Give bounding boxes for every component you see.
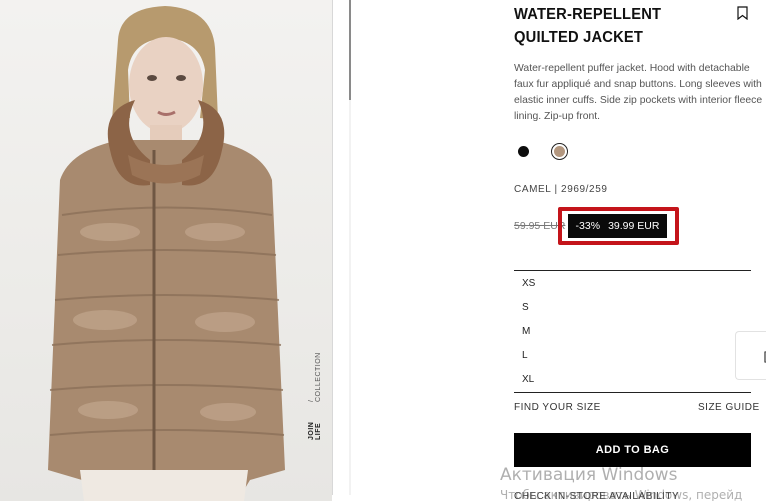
join-life-tag: JOIN LIFE / COLLECTION [305,350,325,440]
product-image[interactable]: JOIN LIFE / COLLECTION [0,0,332,501]
size-option-xs[interactable]: XS [522,272,722,296]
size-option-xl[interactable]: XL [522,368,722,392]
color-swatch-black[interactable] [518,146,529,157]
size-option-m[interactable]: M [522,320,722,344]
model-photo-illustration [48,6,285,501]
image-scrollbar-thumb[interactable] [349,0,351,100]
find-your-size-link[interactable]: FIND YOUR SIZE [514,402,601,413]
windows-activation-watermark-title: Активация Windows [500,465,678,485]
product-title: WATER-REPELLENT QUILTED JACKET [514,6,662,46]
size-list-bottom-divider [514,392,751,393]
size-selector: XS S M L XL [522,272,722,392]
bookmark-icon[interactable] [737,6,748,20]
size-option-l[interactable]: L [522,344,722,368]
windows-activation-watermark-subtitle: Чтобы активировать Windows, перейд [500,488,743,501]
side-panel-tab[interactable]: [ [735,331,766,380]
image-divider [332,0,333,495]
join-life-label: JOIN LIFE [308,421,322,440]
add-to-bag-button[interactable]: ADD TO BAG [514,433,751,467]
size-list-top-divider [514,270,751,271]
size-option-s[interactable]: S [522,296,722,320]
price-highlight-annotation [558,207,679,245]
product-description: Water-repellent puffer jacket. Hood with… [514,63,763,122]
color-reference: CAMEL | 2969/259 [514,184,608,195]
color-swatch-camel[interactable] [554,146,565,157]
size-guide-link[interactable]: SIZE GUIDE [698,402,760,413]
collection-label: / COLLECTION [308,352,322,402]
